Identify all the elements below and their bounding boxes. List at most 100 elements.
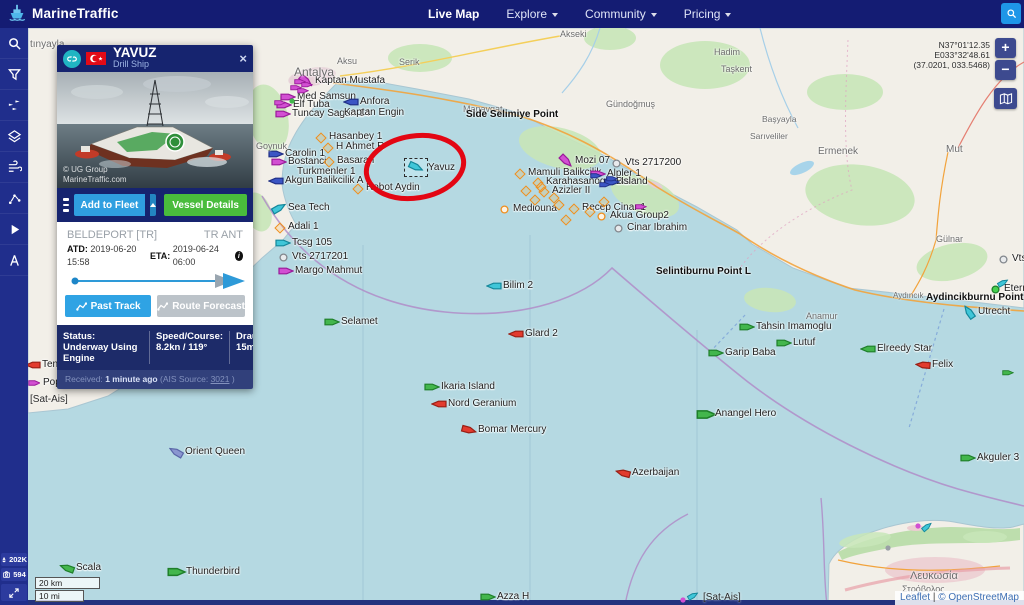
vessel-marker-selamet[interactable] xyxy=(324,317,340,327)
town-label-goynuk: Goynuk xyxy=(256,141,287,151)
fishing-marker[interactable] xyxy=(520,185,531,196)
leaflet-link[interactable]: Leaflet xyxy=(900,592,930,603)
vessel-marker-bilim-2[interactable] xyxy=(486,281,502,291)
vessel-dot[interactable] xyxy=(686,590,700,602)
vessel-dot[interactable] xyxy=(297,87,309,95)
sidebar-weather-button[interactable] xyxy=(0,152,28,183)
vessel-marker-tahsin-imamoglu[interactable] xyxy=(739,322,755,332)
past-track-button[interactable]: Past Track xyxy=(65,295,151,317)
vessel-dot[interactable] xyxy=(1002,369,1014,377)
share-link-icon[interactable] xyxy=(63,50,81,68)
vessel-dot[interactable] xyxy=(274,99,286,107)
nav-item-community[interactable]: Community xyxy=(585,7,657,21)
sidebar-measure-button[interactable] xyxy=(0,245,28,276)
osm-link[interactable]: © OpenStreetMap xyxy=(938,592,1019,603)
vessel-marker-akua-group2[interactable] xyxy=(597,212,606,221)
vessel-marker-azerbaijan[interactable] xyxy=(614,466,632,480)
vessel-marker-felix[interactable] xyxy=(915,359,932,370)
vessel-details-button[interactable]: Vessel Details xyxy=(164,194,247,216)
ship-logo-icon xyxy=(7,3,27,23)
selected-vessel-yavuz[interactable] xyxy=(404,158,428,177)
vessel-marker-scala[interactable] xyxy=(58,561,76,576)
vessel-label-ikaria-island: Ikaria Island xyxy=(441,381,495,392)
nav-item-live-map[interactable]: Live Map xyxy=(428,7,479,21)
ais-source-link[interactable]: 3021 xyxy=(211,374,230,384)
vessel-marker-lutuf[interactable] xyxy=(776,338,792,348)
vessel-dot[interactable] xyxy=(590,172,602,180)
vessel-marker-vts-2717201[interactable] xyxy=(279,253,288,262)
map-style-button[interactable] xyxy=(994,88,1017,109)
nav-search-button[interactable] xyxy=(1001,3,1021,24)
vessel-marker-tuncay-sagun-14[interactable] xyxy=(275,109,291,119)
zoom-in-button[interactable]: + xyxy=(995,38,1016,58)
add-to-fleet-button[interactable]: Add to Fleet xyxy=(74,194,146,216)
vessel-marker-adali-1[interactable] xyxy=(274,222,285,233)
vessel-marker-mamuli-balikcilik[interactable] xyxy=(514,168,525,179)
sidebar-layers-button[interactable] xyxy=(0,121,28,152)
vessel-label-akguler-3: Akguler 3 xyxy=(977,452,1019,463)
vessel-marker-hasanbey-1[interactable] xyxy=(315,132,326,143)
vessel-label-bilim-2: Bilim 2 xyxy=(503,280,533,291)
photo-count[interactable]: 594 xyxy=(1,568,27,581)
vessel-marker-cinar-ibrahim[interactable] xyxy=(614,224,623,233)
vessel-count[interactable]: 202K xyxy=(1,553,27,566)
sidebar-filter-button[interactable] xyxy=(0,59,28,90)
eta-info-icon[interactable]: i xyxy=(235,251,243,261)
vessel-marker-orient-queen[interactable] xyxy=(167,444,186,461)
vessel-label-utrecht: Utrecht xyxy=(978,306,1010,317)
vessel-label-azza-h: Azza H xyxy=(497,591,529,602)
vessel-dot[interactable] xyxy=(606,175,618,183)
destination-port: TR ANT xyxy=(204,228,243,243)
layers-icon xyxy=(7,129,22,144)
vessel-dot[interactable] xyxy=(289,98,295,104)
close-icon[interactable]: × xyxy=(239,51,247,66)
vessel-dot[interactable] xyxy=(635,203,647,211)
vessel-marker-glard-2[interactable] xyxy=(508,329,524,339)
nav-item-explore[interactable]: Explore xyxy=(506,7,558,21)
vessel-marker-margo-mahmut[interactable] xyxy=(278,266,294,276)
fleet-dropdown-caret[interactable] xyxy=(150,194,156,216)
menu-icon[interactable] xyxy=(63,198,69,212)
vessel-marker-ikaria-island[interactable] xyxy=(424,382,440,392)
popup-header: ★ YAVUZ Drill Ship × xyxy=(57,45,253,72)
weather-icon xyxy=(7,160,22,175)
track-icon xyxy=(157,302,168,311)
vessel-label-anangel-hero: Anangel Hero xyxy=(715,408,776,419)
satais-label: [Sat-Ais] xyxy=(703,592,741,603)
route-forecast-button[interactable]: Route Forecast xyxy=(157,295,245,317)
vessel-marker-akguler-3[interactable] xyxy=(960,453,976,463)
vessel-marker-akgun-balikcilik-a[interactable] xyxy=(268,176,284,186)
fullscreen-button[interactable] xyxy=(1,584,27,601)
vessel-marker-bostanci[interactable] xyxy=(271,157,287,167)
vessel-marker-mediouna[interactable] xyxy=(500,205,509,214)
nav-item-pricing[interactable]: Pricing xyxy=(684,7,732,21)
zoom-out-button[interactable]: − xyxy=(995,60,1016,80)
vessel-marker-anfora[interactable] xyxy=(343,97,359,107)
sidebar-routes-button[interactable] xyxy=(0,183,28,214)
vessel-dot[interactable] xyxy=(920,520,934,533)
vessel-marker-vts[interactable] xyxy=(999,255,1008,264)
town-label-ba-yayla: Başyayla xyxy=(762,114,797,124)
sidebar-play-button[interactable] xyxy=(0,214,28,245)
vessel-marker-popi[interactable] xyxy=(28,379,41,387)
marinetraffic-logo[interactable]: MarineTraffic xyxy=(7,3,119,23)
eta-value: 2019-06-24 06:00 xyxy=(173,243,233,269)
vessel-marker-anangel-hero[interactable] xyxy=(696,408,717,421)
vessel-dot[interactable] xyxy=(885,545,891,551)
vessel-marker-nord-geranium[interactable] xyxy=(431,399,447,409)
sidebar-search-button[interactable] xyxy=(0,28,28,59)
vessel-marker-tcsg-105[interactable] xyxy=(275,238,291,248)
sidebar-fleets-button[interactable] xyxy=(0,90,28,121)
vessel-marker-elreedy-star[interactable] xyxy=(860,344,876,354)
vessel-type: Drill Ship xyxy=(113,58,157,70)
vessel-marker-bomar-mercury[interactable] xyxy=(460,423,478,437)
vessel-dot[interactable] xyxy=(680,597,686,603)
fishing-marker[interactable] xyxy=(560,214,571,225)
vessel-marker-utrecht[interactable] xyxy=(960,303,977,322)
vessel-marker-recep-cinar-1[interactable] xyxy=(568,203,579,214)
vessel-marker-sea-tech[interactable] xyxy=(270,200,289,217)
vessel-marker-thunderbird[interactable] xyxy=(167,566,186,578)
vessel-marker-vts-2717200[interactable] xyxy=(612,159,621,168)
vessel-marker-garip-baba[interactable] xyxy=(708,348,724,358)
vessel-marker-azza-h[interactable] xyxy=(480,592,496,602)
